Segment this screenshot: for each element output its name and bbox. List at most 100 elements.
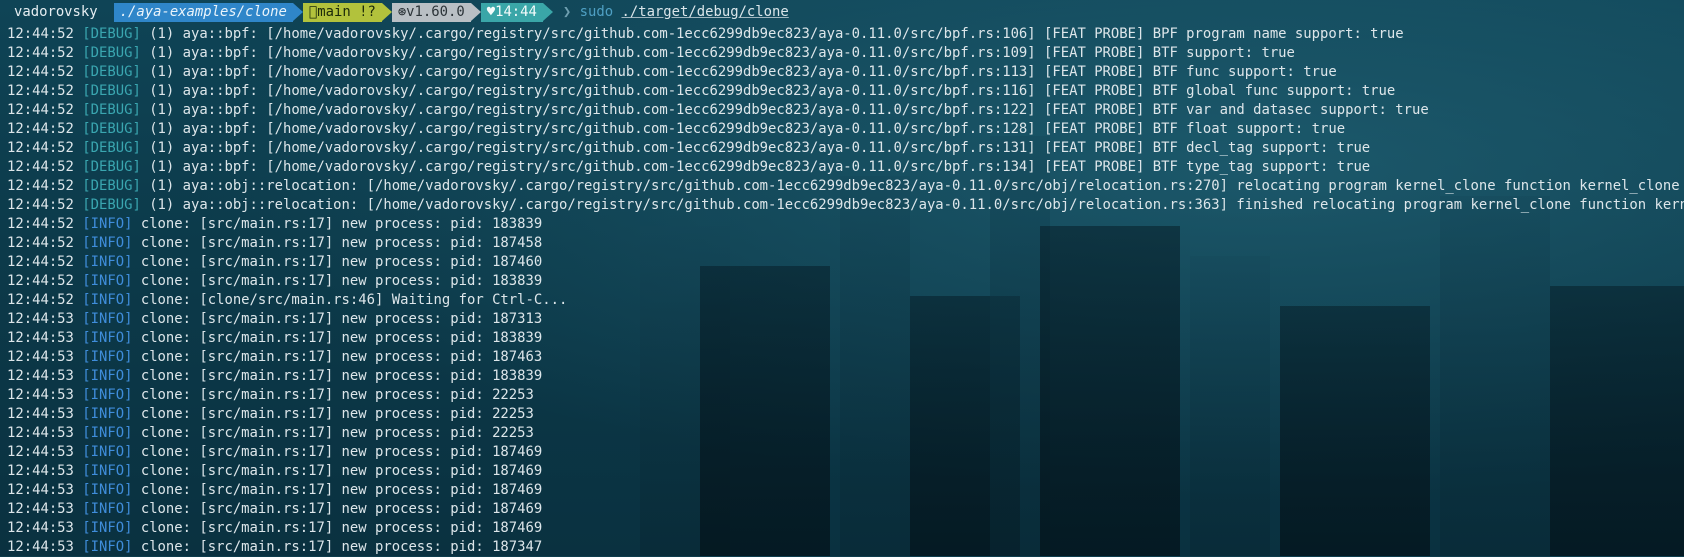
log-level: [DEBUG] [82,159,141,175]
log-line: 12:44:53 [INFO] clone: [src/main.rs:17] … [7,538,1684,557]
log-message: (1) aya::bpf: [/home/vadorovsky/.cargo/r… [140,45,1295,61]
log-level: [INFO] [82,368,133,384]
log-timestamp: 12:44:52 [7,273,74,289]
log-timestamp: 12:44:53 [7,463,74,479]
log-line: 12:44:53 [INFO] clone: [src/main.rs:17] … [7,329,1684,348]
log-line: 12:44:53 [INFO] clone: [src/main.rs:17] … [7,424,1684,443]
log-message: (1) aya::obj::relocation: [/home/vadorov… [140,197,1684,213]
log-message: clone: [src/main.rs:17] new process: pid… [132,216,543,232]
log-level: [DEBUG] [82,102,141,118]
log-timestamp: 12:44:52 [7,102,74,118]
log-timestamp: 12:44:52 [7,64,74,80]
prompt-user: vadorovsky [14,4,98,20]
log-level: [INFO] [82,235,133,251]
log-message: clone: [src/main.rs:17] new process: pid… [132,482,543,498]
log-timestamp: 12:44:52 [7,121,74,137]
command-path: ./target/debug/clone [621,4,789,20]
log-message: (1) aya::bpf: [/home/vadorovsky/.cargo/r… [140,26,1404,42]
log-line: 12:44:52 [DEBUG] (1) aya::obj::relocatio… [7,177,1684,196]
log-level: [INFO] [82,539,133,555]
log-timestamp: 12:44:52 [7,83,74,99]
log-timestamp: 12:44:53 [7,387,74,403]
log-level: [INFO] [82,216,133,232]
log-line: 12:44:52 [INFO] clone: [src/main.rs:17] … [7,215,1684,234]
log-timestamp: 12:44:52 [7,235,74,251]
log-message: clone: [src/main.rs:17] new process: pid… [132,539,543,555]
terminal-window[interactable]: vadorovsky ./aya-examples/clone main !?… [0,0,1684,556]
log-line: 12:44:53 [INFO] clone: [src/main.rs:17] … [7,386,1684,405]
log-timestamp: 12:44:53 [7,330,74,346]
command-line[interactable]: ❯ sudo ./target/debug/clone [563,0,789,25]
log-level: [DEBUG] [82,64,141,80]
log-level: [INFO] [82,501,133,517]
prompt-time: ♥14:44 [480,3,554,22]
command-sudo: sudo [579,4,614,20]
log-line: 12:44:53 [INFO] clone: [src/main.rs:17] … [7,462,1684,481]
log-line: 12:44:52 [DEBUG] (1) aya::bpf: [/home/va… [7,44,1684,63]
log-timestamp: 12:44:53 [7,482,74,498]
log-level: [DEBUG] [82,178,141,194]
log-line: 12:44:53 [INFO] clone: [src/main.rs:17] … [7,310,1684,329]
log-timestamp: 12:44:52 [7,159,74,175]
log-level: [INFO] [82,254,133,270]
log-message: clone: [src/main.rs:17] new process: pid… [132,235,543,251]
log-message: (1) aya::bpf: [/home/vadorovsky/.cargo/r… [140,140,1371,156]
log-message: (1) aya::bpf: [/home/vadorovsky/.cargo/r… [140,159,1371,175]
log-message: clone: [src/main.rs:17] new process: pid… [132,463,543,479]
log-level: [INFO] [82,463,133,479]
log-level: [INFO] [82,387,133,403]
log-timestamp: 12:44:52 [7,254,74,270]
log-timestamp: 12:44:53 [7,406,74,422]
log-timestamp: 12:44:52 [7,216,74,232]
log-level: [INFO] [82,425,133,441]
log-line: 12:44:52 [DEBUG] (1) aya::bpf: [/home/va… [7,63,1684,82]
log-level: [INFO] [82,273,133,289]
log-timestamp: 12:44:52 [7,178,74,194]
log-line: 12:44:53 [INFO] clone: [src/main.rs:17] … [7,519,1684,538]
log-message: clone: [src/main.rs:17] new process: pid… [132,254,543,270]
log-level: [DEBUG] [82,197,141,213]
log-message: (1) aya::obj::relocation: [/home/vadorov… [140,178,1680,194]
log-line: 12:44:53 [INFO] clone: [src/main.rs:17] … [7,348,1684,367]
log-message: clone: [src/main.rs:17] new process: pid… [132,330,543,346]
log-message: (1) aya::bpf: [/home/vadorovsky/.cargo/r… [140,102,1429,118]
log-timestamp: 12:44:53 [7,501,74,517]
log-message: (1) aya::bpf: [/home/vadorovsky/.cargo/r… [140,64,1337,80]
log-timestamp: 12:44:52 [7,26,74,42]
log-message: clone: [src/main.rs:17] new process: pid… [132,273,543,289]
log-level: [INFO] [82,406,133,422]
log-line: 12:44:52 [DEBUG] (1) aya::bpf: [/home/va… [7,25,1684,44]
log-message: (1) aya::bpf: [/home/vadorovsky/.cargo/r… [140,121,1346,137]
log-line: 12:44:53 [INFO] clone: [src/main.rs:17] … [7,443,1684,462]
log-line: 12:44:52 [DEBUG] (1) aya::obj::relocatio… [7,196,1684,215]
log-level: [INFO] [82,482,133,498]
log-line: 12:44:53 [INFO] clone: [src/main.rs:17] … [7,481,1684,500]
log-message: (1) aya::bpf: [/home/vadorovsky/.cargo/r… [140,83,1396,99]
log-line: 12:44:52 [DEBUG] (1) aya::bpf: [/home/va… [7,139,1684,158]
log-message: clone: [clone/src/main.rs:46] Waiting fo… [132,292,568,308]
log-line: 12:44:52 [DEBUG] (1) aya::bpf: [/home/va… [7,101,1684,120]
log-line: 12:44:53 [INFO] clone: [src/main.rs:17] … [7,405,1684,424]
log-message: clone: [src/main.rs:17] new process: pid… [132,444,543,460]
log-level: [INFO] [82,444,133,460]
log-level: [DEBUG] [82,121,141,137]
log-timestamp: 12:44:53 [7,539,74,555]
log-output: 12:44:52 [DEBUG] (1) aya::bpf: [/home/va… [0,25,1684,557]
log-level: [INFO] [82,311,133,327]
log-line: 12:44:53 [INFO] clone: [src/main.rs:17] … [7,500,1684,519]
log-level: [INFO] [82,349,133,365]
log-level: [DEBUG] [82,26,141,42]
log-level: [INFO] [82,520,133,536]
prompt-arrow-icon: ❯ [562,4,572,20]
log-timestamp: 12:44:53 [7,311,74,327]
log-line: 12:44:52 [DEBUG] (1) aya::bpf: [/home/va… [7,82,1684,101]
log-message: clone: [src/main.rs:17] new process: pid… [132,311,543,327]
log-message: clone: [src/main.rs:17] new process: pid… [132,387,534,403]
log-timestamp: 12:44:52 [7,45,74,61]
log-timestamp: 12:44:53 [7,444,74,460]
log-line: 12:44:52 [DEBUG] (1) aya::bpf: [/home/va… [7,120,1684,139]
log-timestamp: 12:44:53 [7,520,74,536]
log-timestamp: 12:44:52 [7,197,74,213]
log-timestamp: 12:44:53 [7,368,74,384]
log-line: 12:44:52 [INFO] clone: [src/main.rs:17] … [7,253,1684,272]
